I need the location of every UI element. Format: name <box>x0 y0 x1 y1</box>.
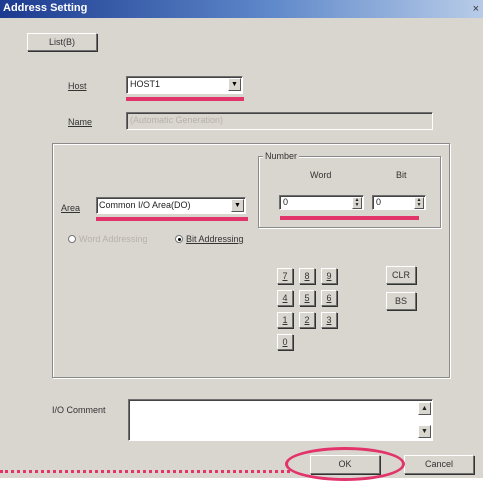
host-value: HOST1 <box>130 79 161 89</box>
bit-value: 0 <box>376 197 382 207</box>
keypad-0[interactable]: 0 <box>277 334 293 350</box>
window-title: Address Setting <box>3 2 88 14</box>
area-highlight <box>96 217 248 221</box>
word-addressing-radio[interactable] <box>68 235 76 243</box>
scroll-up-icon[interactable]: ▲ <box>418 402 431 415</box>
area-value: Common I/O Area(DO) <box>99 200 191 210</box>
clr-button[interactable]: CLR <box>386 266 416 284</box>
name-field: (Automatic Generation) <box>126 112 433 130</box>
close-icon[interactable]: × <box>473 3 479 15</box>
address-setting-dialog: Address Setting × List(B) Host HOST1 ▼ N… <box>0 0 483 478</box>
bit-input[interactable]: 0 ▲ ▼ <box>372 195 426 210</box>
word-input[interactable]: 0 ▲ ▼ <box>279 195 364 210</box>
name-label: Name <box>68 117 93 127</box>
annotation-dotted-line <box>0 470 290 473</box>
keypad-9[interactable]: 9 <box>321 268 337 284</box>
area-label: Area <box>61 203 81 213</box>
keypad-7[interactable]: 7 <box>277 268 293 284</box>
word-spinner[interactable]: ▲ ▼ <box>352 197 362 209</box>
number-highlight <box>280 216 419 220</box>
io-comment-label: I/O Comment <box>52 405 106 415</box>
scroll-down-icon[interactable]: ▼ <box>418 425 431 438</box>
keypad-4[interactable]: 4 <box>277 290 293 306</box>
host-select[interactable]: HOST1 ▼ <box>126 76 243 94</box>
host-label: Host <box>68 81 87 91</box>
title-bar: Address Setting × <box>0 0 483 18</box>
list-button[interactable]: List(B) <box>27 33 97 51</box>
bit-spinner[interactable]: ▲ ▼ <box>414 197 424 209</box>
keypad-5[interactable]: 5 <box>299 290 315 306</box>
bit-addressing-radio[interactable] <box>175 235 183 243</box>
keypad-1[interactable]: 1 <box>277 312 293 328</box>
chevron-down-icon[interactable]: ▼ <box>228 78 241 91</box>
host-highlight <box>126 97 244 101</box>
cancel-button[interactable]: Cancel <box>404 455 474 474</box>
keypad-3[interactable]: 3 <box>321 312 337 328</box>
keypad-6[interactable]: 6 <box>321 290 337 306</box>
bit-addressing-label: Bit Addressing <box>186 234 244 244</box>
word-value: 0 <box>283 197 289 207</box>
word-label: Word <box>310 170 332 180</box>
word-addressing-label: Word Addressing <box>79 234 148 244</box>
bs-button[interactable]: BS <box>386 292 416 310</box>
area-select[interactable]: Common I/O Area(DO) ▼ <box>96 197 246 214</box>
number-group-title: Number <box>263 151 300 161</box>
bit-label: Bit <box>396 170 407 180</box>
keypad-8[interactable]: 8 <box>299 268 315 284</box>
ok-highlight-ellipse <box>285 447 405 481</box>
keypad-2[interactable]: 2 <box>299 312 315 328</box>
io-comment-textarea[interactable] <box>128 399 433 441</box>
chevron-down-icon[interactable]: ▼ <box>231 199 244 212</box>
